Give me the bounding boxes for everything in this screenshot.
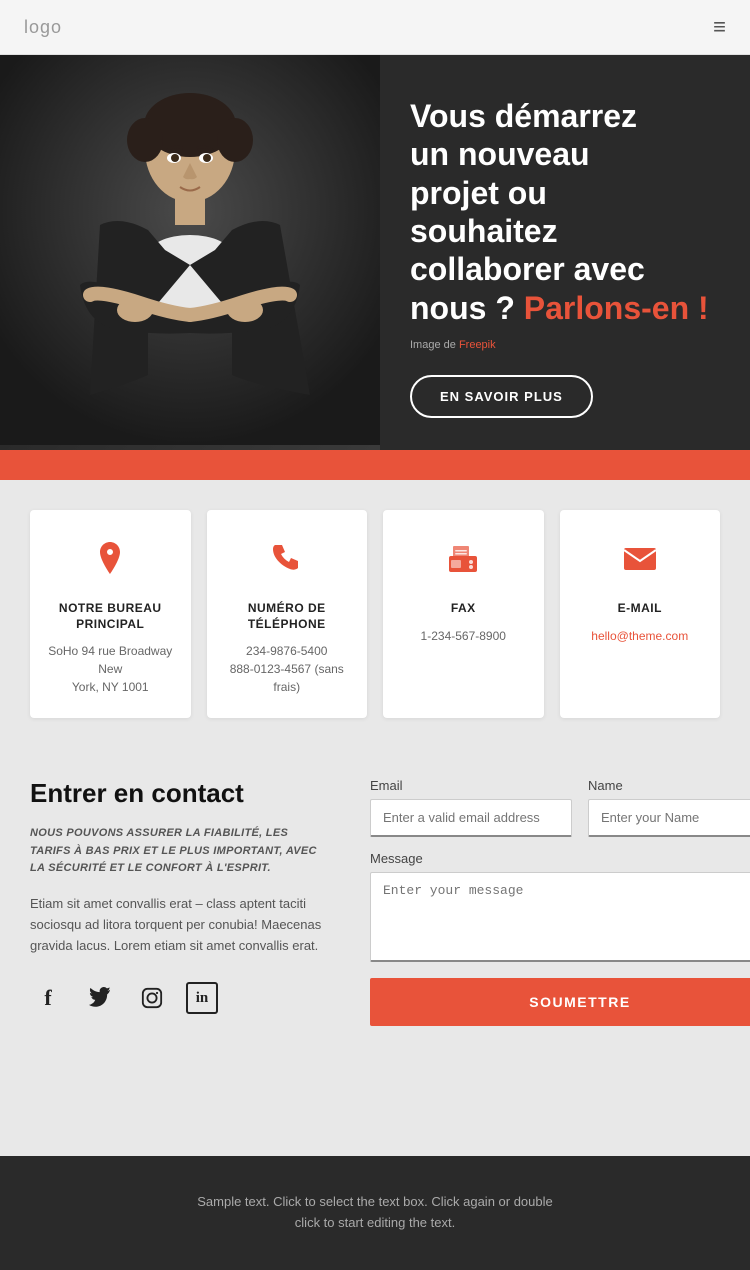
message-label: Message (370, 851, 750, 866)
contact-tagline: NOUS POUVONS ASSURER LA FIABILITÉ, LES T… (30, 825, 330, 878)
linkedin-icon[interactable]: in (186, 982, 218, 1014)
card-phone-title: NUMÉRO DETÉLÉPHONE (223, 601, 352, 632)
card-email: E-MAIL hello@theme.com (560, 510, 721, 718)
location-icon (46, 538, 175, 587)
contact-section: Entrer en contact NOUS POUVONS ASSURER L… (0, 758, 750, 1076)
form-group-message: Message (370, 851, 750, 962)
form-group-email: Email (370, 778, 572, 837)
card-fax-title: FAX (399, 601, 528, 617)
logo: logo (24, 17, 62, 38)
orange-band (0, 450, 750, 480)
footer: Sample text. Click to select the text bo… (0, 1156, 750, 1270)
hero-source: Image de Freepik (410, 339, 720, 351)
card-bureau-title: NOTRE BUREAUPRINCIPAL (46, 601, 175, 632)
message-input[interactable] (370, 872, 750, 962)
contact-form: Email Name Message SOUMETTRE (370, 778, 750, 1026)
hero-section: Vous démarrez un nouveau projet ou souha… (0, 55, 750, 450)
hero-source-link[interactable]: Freepik (459, 339, 496, 351)
card-fax: FAX 1-234-567-8900 (383, 510, 544, 718)
spacer (0, 1076, 750, 1156)
hero-image (0, 55, 380, 450)
instagram-icon[interactable] (134, 980, 170, 1016)
email-input[interactable] (370, 799, 572, 837)
card-bureau: NOTRE BUREAUPRINCIPAL SoHo 94 rue Broadw… (30, 510, 191, 718)
hero-content: Vous démarrez un nouveau projet ou souha… (380, 55, 750, 450)
card-phone: NUMÉRO DETÉLÉPHONE 234-9876-5400888-0123… (207, 510, 368, 718)
contact-left: Entrer en contact NOUS POUVONS ASSURER L… (30, 778, 330, 1026)
name-label: Name (588, 778, 750, 793)
form-row-email-name: Email Name (370, 778, 750, 837)
fax-icon (399, 538, 528, 587)
hero-title: Vous démarrez un nouveau projet ou souha… (410, 97, 720, 327)
social-icons: f in (30, 980, 330, 1016)
email-link[interactable]: hello@theme.com (591, 629, 688, 643)
form-group-name: Name (588, 778, 750, 837)
cards-grid: NOTRE BUREAUPRINCIPAL SoHo 94 rue Broadw… (30, 510, 720, 718)
facebook-icon[interactable]: f (30, 980, 66, 1016)
hero-person-svg (0, 55, 380, 445)
card-email-title: E-MAIL (576, 601, 705, 617)
footer-text: Sample text. Click to select the text bo… (20, 1192, 730, 1234)
card-fax-text: 1-234-567-8900 (399, 627, 528, 645)
submit-button[interactable]: SOUMETTRE (370, 978, 750, 1026)
header: logo ≡ (0, 0, 750, 55)
phone-icon (223, 538, 352, 587)
hamburger-menu-icon[interactable]: ≡ (713, 14, 726, 40)
email-icon (576, 538, 705, 587)
hero-cta-button[interactable]: EN SAVOIR PLUS (410, 375, 593, 418)
card-bureau-text: SoHo 94 rue Broadway NewYork, NY 1001 (46, 642, 175, 696)
email-label: Email (370, 778, 572, 793)
contact-heading: Entrer en contact (30, 778, 330, 809)
cards-section: NOTRE BUREAUPRINCIPAL SoHo 94 rue Broadw… (0, 480, 750, 758)
card-email-text: hello@theme.com (576, 627, 705, 645)
twitter-icon[interactable] (82, 980, 118, 1016)
card-phone-text: 234-9876-5400888-0123-4567 (sans frais) (223, 642, 352, 696)
name-input[interactable] (588, 799, 750, 837)
contact-desc: Etiam sit amet convallis erat – class ap… (30, 894, 330, 956)
